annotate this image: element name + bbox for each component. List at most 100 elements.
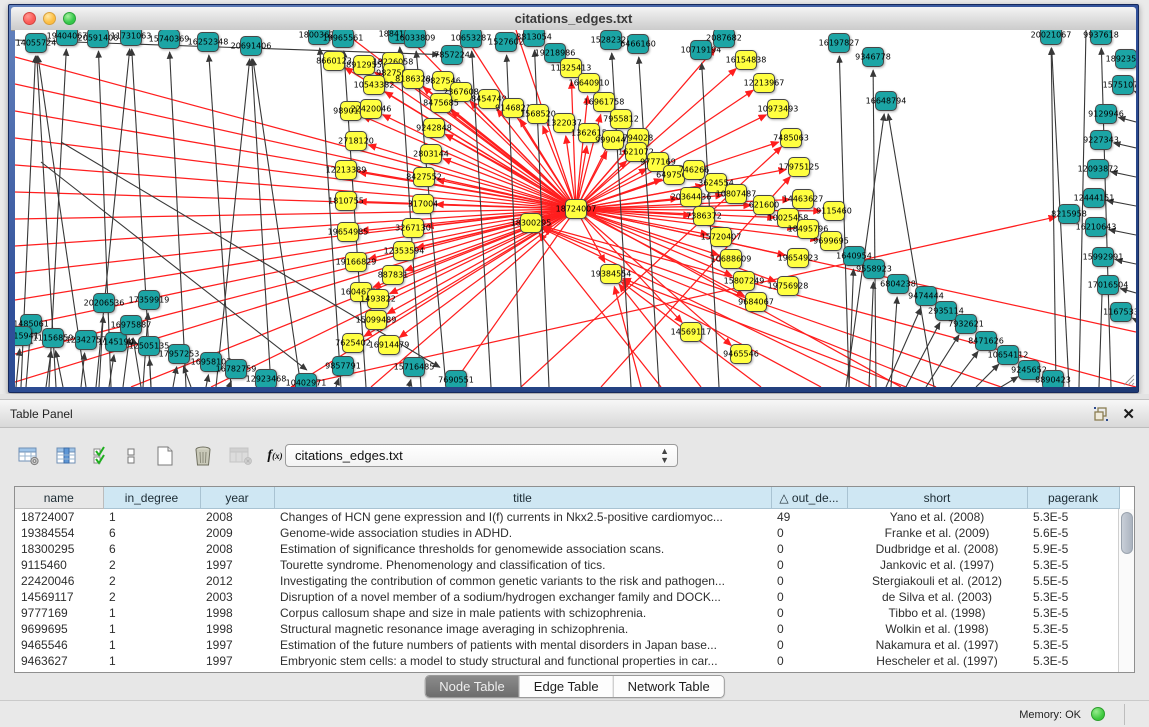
network-node[interactable]: 16033809 (395, 30, 436, 48)
network-edge[interactable] (1001, 377, 1018, 387)
table-row[interactable]: 1872400712008Changes of HCN gene express… (15, 509, 1119, 526)
table-cell[interactable]: 5.3E-5 (1027, 589, 1119, 605)
new-column-button[interactable] (150, 442, 180, 470)
network-edge[interactable] (400, 47, 421, 387)
network-edge[interactable] (873, 70, 876, 387)
network-node[interactable]: 17975125 (779, 158, 820, 177)
network-node[interactable]: 9465546 (723, 345, 759, 364)
network-node[interactable]: 16154838 (726, 51, 767, 70)
table-cell[interactable]: 5.3E-5 (1027, 509, 1119, 526)
tab-network-table[interactable]: Network Table (614, 676, 724, 697)
column-header-4[interactable]: △ out_de... (771, 487, 847, 509)
table-cell[interactable]: 0 (771, 573, 847, 589)
table-cell[interactable]: 19384554 (15, 525, 103, 541)
network-node[interactable]: 15751074 (1103, 76, 1136, 95)
network-edge[interactable] (1134, 91, 1136, 92)
network-node[interactable]: 8427552 (406, 168, 442, 187)
table-cell[interactable]: 1 (103, 653, 200, 669)
table-cell[interactable]: Nakamura et al. (1997) (847, 637, 1027, 653)
network-node[interactable]: 621600 (749, 196, 780, 215)
table-cell[interactable]: Yano et al. (2008) (847, 509, 1027, 526)
network-node[interactable]: 19166829 (336, 253, 377, 272)
network-node[interactable]: 16648794 (866, 92, 907, 111)
table-cell[interactable]: Wolkin et al. (1998) (847, 621, 1027, 637)
network-node[interactable]: 12213967 (744, 74, 785, 93)
table-cell[interactable]: 1997 (200, 637, 274, 653)
canvas-resize-grip[interactable] (1121, 372, 1135, 386)
table-cell[interactable]: Structural magnetic resonance image aver… (274, 621, 771, 637)
function-builder-button[interactable]: f(x) (264, 442, 286, 470)
table-cell[interactable]: 5.6E-5 (1027, 525, 1119, 541)
table-cell[interactable]: 2 (103, 557, 200, 573)
table-cell[interactable]: Investigating the contribution of common… (274, 573, 771, 589)
network-edge[interactable] (976, 364, 999, 387)
table-row[interactable]: 1938455462009Genome-wide association stu… (15, 525, 1119, 541)
table-cell[interactable]: 0 (771, 525, 847, 541)
table-cell[interactable]: 49 (771, 509, 847, 526)
table-cell[interactable]: 2012 (200, 573, 274, 589)
table-cell[interactable]: 1 (103, 605, 200, 621)
network-node[interactable]: 3267130 (395, 219, 431, 238)
network-node[interactable]: 16961758 (584, 93, 625, 112)
network-edge[interactable] (849, 269, 854, 387)
network-edge[interactable] (320, 48, 341, 387)
show-columns-button[interactable] (52, 442, 82, 470)
network-node[interactable]: 2718120 (338, 132, 374, 151)
network-node[interactable]: 18923514 (1106, 50, 1136, 69)
network-node[interactable]: 10688609 (711, 250, 752, 269)
column-header-3[interactable]: title (274, 487, 771, 509)
table-cell[interactable]: Hescheler et al. (1997) (847, 653, 1027, 669)
network-edge[interactable] (886, 308, 921, 387)
network-edge[interactable] (951, 351, 978, 387)
memory-indicator[interactable] (1091, 707, 1105, 721)
table-cell[interactable]: 5.3E-5 (1027, 621, 1119, 637)
network-node[interactable]: 9937618 (1083, 30, 1119, 45)
table-cell[interactable]: 0 (771, 557, 847, 573)
table-cell[interactable]: Dudbridge et al. (2008) (847, 541, 1027, 557)
network-edge[interactable] (15, 209, 576, 300)
network-node[interactable]: 16914479 (369, 336, 410, 355)
network-node[interactable]: 10653287 (451, 30, 492, 48)
table-cell[interactable]: 2009 (200, 525, 274, 541)
network-edge[interactable] (622, 280, 821, 387)
table-settings-button[interactable] (14, 442, 44, 470)
table-cell[interactable]: 9463627 (15, 653, 103, 669)
table-cell[interactable]: 5.3E-5 (1027, 605, 1119, 621)
close-panel-icon[interactable]: ✕ (1122, 405, 1135, 423)
network-node[interactable]: 19965561 (323, 30, 364, 48)
network-edge[interactable] (906, 323, 940, 387)
network-edge[interactable] (543, 229, 871, 387)
table-cell[interactable]: 9465546 (15, 637, 103, 653)
table-cell[interactable]: 5.9E-5 (1027, 541, 1119, 557)
network-edge[interactable] (544, 226, 1136, 387)
network-node[interactable]: 7625402 (335, 334, 371, 353)
network-node[interactable]: 16975887 (111, 316, 152, 335)
network-edge[interactable] (839, 56, 849, 387)
table-cell[interactable]: 1 (103, 637, 200, 653)
network-node[interactable]: 7485063 (773, 129, 809, 148)
column-header-6[interactable]: pagerank (1027, 487, 1119, 509)
table-cell[interactable]: 18300295 (15, 541, 103, 557)
network-edge[interactable] (183, 366, 191, 387)
table-cell[interactable]: Changes of HCN gene expression and I(f) … (274, 509, 771, 526)
table-cell[interactable]: 2 (103, 589, 200, 605)
network-edge[interactable] (206, 375, 208, 387)
table-cell[interactable]: Jankovic et al. (1997) (847, 557, 1027, 573)
network-node[interactable]: 7955812 (603, 110, 639, 129)
table-cell[interactable]: 1 (103, 509, 200, 526)
column-header-1[interactable]: in_degree (103, 487, 200, 509)
table-cell[interactable]: Corpus callosum shape and size in male p… (274, 605, 771, 621)
select-all-button[interactable] (90, 442, 112, 470)
table-cell[interactable]: Disruption of a novel member of a sodium… (274, 589, 771, 605)
network-edge[interactable] (336, 378, 339, 387)
table-row[interactable]: 946362711997Embryonic stem cells: a mode… (15, 653, 1119, 669)
delete-column-button[interactable] (188, 442, 218, 470)
unselect-all-button[interactable] (120, 442, 142, 470)
table-cell[interactable]: 5.5E-5 (1027, 573, 1119, 589)
network-node[interactable]: 9346778 (855, 48, 891, 67)
table-cell[interactable]: 1998 (200, 621, 274, 637)
network-node[interactable]: 17016504 (1088, 276, 1129, 295)
network-node[interactable]: 12444151 (1074, 189, 1115, 208)
network-node[interactable]: 17359919 (129, 291, 170, 310)
network-node[interactable]: 7857224 (434, 46, 470, 65)
